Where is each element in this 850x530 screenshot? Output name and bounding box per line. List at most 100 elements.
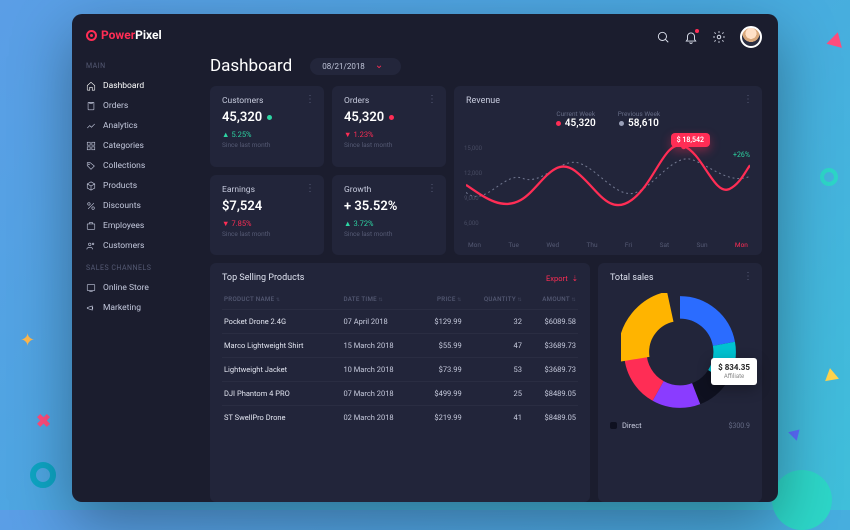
table-row[interactable]: ST SwellPro Drone 02 March 2018 $219.99 … bbox=[222, 406, 578, 430]
cell-date: 07 March 2018 bbox=[341, 382, 418, 406]
cell-amount: $3689.73 bbox=[524, 358, 578, 382]
deco-x: ✖ bbox=[36, 411, 51, 432]
stat-sub: Since last month bbox=[344, 230, 434, 238]
sidebar-item-label: Discounts bbox=[103, 201, 141, 211]
stat-card-growth: ⋮ Growth + 35.52% ▲ 3.72% Since last mon… bbox=[332, 175, 446, 256]
cell-price: $55.99 bbox=[419, 334, 464, 358]
sidebar-item-marketing[interactable]: Marketing bbox=[86, 298, 200, 318]
header-row: Dashboard 08/21/2018 bbox=[210, 56, 762, 76]
chart-line-icon bbox=[86, 121, 96, 131]
sidebar-item-online-store[interactable]: Online Store bbox=[86, 278, 200, 298]
deco-triangle bbox=[823, 367, 839, 381]
cell-qty: 32 bbox=[464, 310, 524, 334]
stat-title: Growth bbox=[344, 185, 434, 195]
chart-pct-label: +26% bbox=[733, 151, 750, 159]
date-picker[interactable]: 08/21/2018 bbox=[310, 58, 401, 75]
sidebar-item-collections[interactable]: Collections bbox=[86, 156, 200, 176]
col-date[interactable]: DATE TIME bbox=[341, 291, 418, 310]
more-icon[interactable]: ⋮ bbox=[427, 94, 438, 105]
download-icon: ⇣ bbox=[572, 274, 578, 283]
top-products-card: Top Selling Products Export⇣ PRODUCT NAM… bbox=[210, 263, 590, 502]
clipboard-icon bbox=[86, 101, 96, 111]
stat-value: 45,320 bbox=[344, 110, 384, 125]
store-icon bbox=[86, 283, 96, 293]
stat-sub: Since last month bbox=[344, 141, 434, 149]
table-row[interactable]: DJI Phantom 4 PRO 07 March 2018 $499.99 … bbox=[222, 382, 578, 406]
table-row[interactable]: Pocket Drone 2.4G 07 April 2018 $129.99 … bbox=[222, 310, 578, 334]
notification-dot bbox=[695, 29, 699, 33]
cell-qty: 41 bbox=[464, 406, 524, 430]
col-product[interactable]: PRODUCT NAME bbox=[222, 291, 341, 310]
sidebar-item-dashboard[interactable]: Dashboard bbox=[86, 76, 200, 96]
revenue-card: ⋮ Revenue Current Week45,320 Previous We… bbox=[454, 86, 762, 255]
sidebar-item-discounts[interactable]: Discounts bbox=[86, 196, 200, 216]
col-price[interactable]: PRICE bbox=[419, 291, 464, 310]
sales-donut: $ 834.35 Affiliate bbox=[621, 293, 739, 411]
stat-sub: Since last month bbox=[222, 141, 312, 149]
export-button[interactable]: Export⇣ bbox=[546, 274, 578, 283]
deco-triangle bbox=[788, 425, 804, 441]
brand: PowerPixel bbox=[86, 28, 200, 42]
stat-title: Earnings bbox=[222, 185, 312, 195]
nav-section-main: MAIN bbox=[86, 62, 200, 70]
sales-title: Total sales bbox=[610, 273, 750, 283]
sidebar-item-products[interactable]: Products bbox=[86, 176, 200, 196]
sidebar-item-orders[interactable]: Orders bbox=[86, 96, 200, 116]
sidebar-item-analytics[interactable]: Analytics bbox=[86, 116, 200, 136]
stat-card-earnings: ⋮ Earnings $7,524 ▼ 7.85% Since last mon… bbox=[210, 175, 324, 256]
legend-dot bbox=[619, 121, 624, 126]
bell-icon[interactable] bbox=[684, 30, 698, 44]
more-icon[interactable]: ⋮ bbox=[743, 271, 754, 282]
chart-tooltip: $ 18,542 bbox=[671, 133, 710, 147]
sidebar-item-label: Orders bbox=[103, 101, 128, 111]
status-dot bbox=[267, 115, 272, 120]
deco-circle bbox=[30, 462, 56, 488]
sales-legend-item: Direct $300.9 bbox=[610, 421, 750, 430]
percent-icon bbox=[86, 201, 96, 211]
x-axis-labels: MonTueWedThuFriSatSunMon bbox=[466, 241, 750, 249]
more-icon[interactable]: ⋮ bbox=[743, 94, 754, 105]
cell-product: Lightweight Jacket bbox=[222, 358, 341, 382]
table-row[interactable]: Lightweight Jacket 10 March 2018 $73.99 … bbox=[222, 358, 578, 382]
cell-product: Marco Lightweight Shirt bbox=[222, 334, 341, 358]
topbar bbox=[210, 26, 762, 48]
sidebar-item-label: Employees bbox=[103, 221, 144, 231]
sidebar-item-label: Marketing bbox=[103, 303, 141, 313]
more-icon[interactable]: ⋮ bbox=[305, 183, 316, 194]
search-icon[interactable] bbox=[656, 30, 670, 44]
sidebar-item-label: Online Store bbox=[103, 283, 149, 293]
stat-value: $7,524 bbox=[222, 199, 262, 214]
deco-triangle bbox=[826, 30, 845, 48]
sidebar: PowerPixel MAIN Dashboard Orders Analyti… bbox=[72, 14, 200, 502]
stat-title: Orders bbox=[344, 96, 434, 106]
avatar[interactable] bbox=[740, 26, 762, 48]
stat-sub: Since last month bbox=[222, 230, 312, 238]
sidebar-item-categories[interactable]: Categories bbox=[86, 136, 200, 156]
gear-icon[interactable] bbox=[712, 30, 726, 44]
cell-date: 10 March 2018 bbox=[341, 358, 418, 382]
main-content: Dashboard 08/21/2018 ⋮ Customers 45,320 … bbox=[200, 14, 778, 502]
sidebar-item-label: Products bbox=[103, 181, 137, 191]
cell-price: $73.99 bbox=[419, 358, 464, 382]
more-icon[interactable]: ⋮ bbox=[305, 94, 316, 105]
sidebar-item-customers[interactable]: Customers bbox=[86, 236, 200, 256]
page-title: Dashboard bbox=[210, 56, 292, 76]
col-amount[interactable]: AMOUNT bbox=[524, 291, 578, 310]
table-row[interactable]: Marco Lightweight Shirt 15 March 2018 $5… bbox=[222, 334, 578, 358]
sidebar-item-label: Customers bbox=[103, 241, 144, 251]
sidebar-item-label: Analytics bbox=[103, 121, 138, 131]
deco-circle bbox=[772, 470, 832, 530]
sidebar-item-label: Collections bbox=[103, 161, 145, 171]
cell-price: $219.99 bbox=[419, 406, 464, 430]
stat-card-orders: ⋮ Orders 45,320 ▼ 1.23% Since last month bbox=[332, 86, 446, 167]
app-window: PowerPixel MAIN Dashboard Orders Analyti… bbox=[72, 14, 778, 502]
sidebar-item-employees[interactable]: Employees bbox=[86, 216, 200, 236]
cell-product: DJI Phantom 4 PRO bbox=[222, 382, 341, 406]
cell-date: 07 April 2018 bbox=[341, 310, 418, 334]
more-icon[interactable]: ⋮ bbox=[427, 183, 438, 194]
col-qty[interactable]: QUANTITY bbox=[464, 291, 524, 310]
cell-date: 02 March 2018 bbox=[341, 406, 418, 430]
y-axis-labels: 15,00012,0009,0006,000 bbox=[464, 145, 482, 227]
tag-icon bbox=[86, 161, 96, 171]
stat-value: 45,320 bbox=[222, 110, 262, 125]
